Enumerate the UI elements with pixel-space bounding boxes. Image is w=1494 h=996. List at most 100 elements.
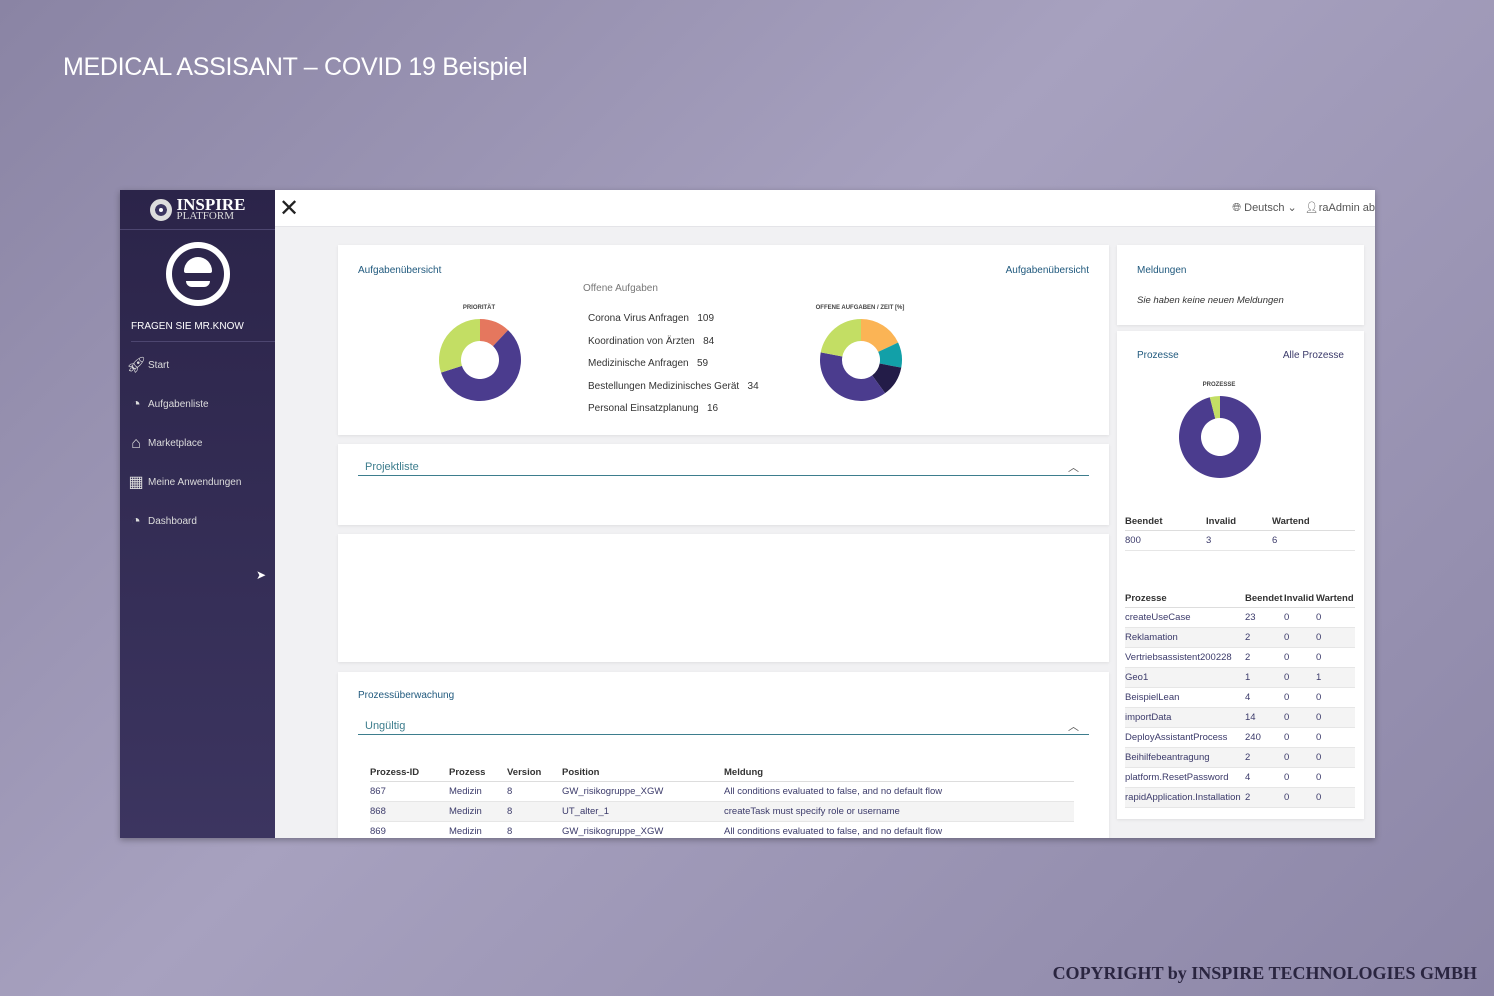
table-row[interactable]: Reklamation 2 0 0 (1125, 627, 1355, 648)
ask-mr-know[interactable]: FRAGEN SIE MR.KNOW (131, 321, 275, 342)
gauge-icon: ◔ (131, 512, 141, 530)
table-cell: Medizin (449, 821, 507, 838)
column-header[interactable]: Beendet (1125, 513, 1206, 531)
column-header[interactable]: Version (507, 764, 562, 782)
table-cell: 0 (1316, 787, 1355, 808)
empty-card (338, 534, 1109, 662)
column-header[interactable]: Wartend (1316, 590, 1355, 608)
donut-slice[interactable] (820, 319, 861, 357)
table-cell: 0 (1284, 647, 1316, 668)
messages-card: Meldungen Sie haben keine neuen Meldunge… (1117, 245, 1364, 325)
language-select[interactable]: 🌐︎ Deutsch ⌄ (1232, 201, 1297, 215)
table-cell: 0 (1284, 687, 1316, 708)
chart-title: PRIORITÄT (462, 305, 496, 311)
section-title: Projektliste (365, 461, 419, 473)
processes-card: Prozesse Alle Prozesse PROZESSE Beendet I… (1117, 331, 1364, 819)
overview-link[interactable]: Aufgabenübersicht (1006, 265, 1089, 276)
open-task-item[interactable]: Koordination von Ärzten 84 (588, 336, 759, 359)
sidebar-item-meine-anwendungen[interactable]: ▦ Meine Anwendungen (120, 463, 275, 502)
table-cell: Medizin (449, 781, 507, 802)
chevron-up-icon[interactable]: ︿ (1068, 459, 1079, 475)
sidebar-item-marketplace[interactable]: ⌂ Marketplace (120, 424, 275, 463)
column-header[interactable]: Wartend (1272, 513, 1355, 531)
logo-icon (149, 198, 172, 221)
table-cell: 0 (1284, 607, 1316, 628)
rocket-icon: 🚀︎ (126, 356, 147, 374)
column-header[interactable]: Position (562, 764, 724, 782)
column-header[interactable]: Prozesse (1125, 590, 1245, 608)
task-count: 16 (706, 403, 719, 414)
sidebar-item-label: Start (148, 360, 170, 371)
sidebar-item-label: Meine Anwendungen (148, 477, 242, 488)
close-icon[interactable]: ✕ (279, 194, 299, 223)
project-list-header[interactable]: Projektliste ︿ (358, 461, 1089, 476)
open-task-item[interactable]: Medizinische Anfragen 59 (588, 358, 759, 381)
card-title: Prozessüberwachung (358, 690, 455, 701)
open-task-item[interactable]: Corona Virus Anfragen 109 (588, 313, 759, 336)
sidebar-item-label: Dashboard (148, 516, 197, 527)
open-task-item[interactable]: Personal Einsatzplanung 16 (588, 403, 759, 426)
mr-know-avatar-icon[interactable] (165, 242, 230, 306)
table-cell: 2 (1245, 627, 1284, 648)
table-row[interactable]: DeployAssistantProcess 240 0 0 (1125, 727, 1355, 748)
donut-slice[interactable] (439, 319, 480, 373)
table-cell: 0 (1316, 627, 1355, 648)
open-task-item[interactable]: Bestellungen Medizinisches Gerät 34 (588, 381, 759, 404)
table-cell: 868 (370, 801, 449, 822)
column-header[interactable]: Meldung (724, 764, 1074, 782)
table-cell: 8 (507, 801, 562, 822)
task-name: Bestellungen Medizinisches Gerät (588, 380, 740, 392)
table-row[interactable]: importData 14 0 0 (1125, 707, 1355, 728)
table-cell: 0 (1316, 747, 1355, 768)
summary-value: 6 (1272, 530, 1355, 551)
sidebar-item-aufgabenliste[interactable]: ◔ Aufgabenliste (120, 385, 275, 424)
column-header[interactable]: Invalid (1206, 513, 1272, 531)
column-header[interactable]: Prozess (449, 764, 507, 782)
chevron-down-icon: ⌄ (1287, 202, 1297, 214)
user-menu[interactable]: 👤︎raAdmin ab (1305, 201, 1375, 215)
table-row[interactable]: Vertriebsassistent200228 2 0 0 (1125, 647, 1355, 668)
open-tasks-list: Corona Virus Anfragen 109 Koordination vo… (588, 313, 759, 426)
table-row[interactable]: BeispielLean 4 0 0 (1125, 687, 1355, 708)
summary-value: 3 (1206, 530, 1272, 551)
table-row[interactable]: 869 Medizin 8 GW_risikogruppe_XGW All condit… (370, 821, 1074, 838)
table-cell: 2 (1245, 747, 1284, 768)
task-count: 109 (697, 313, 715, 324)
sidebar-item-start[interactable]: 🚀︎ Start (120, 346, 275, 385)
task-overview-card: Aufgabenübersicht Aufgabenübersicht Offe… (338, 245, 1109, 435)
task-name: Koordination von Ärzten (588, 335, 695, 347)
column-header[interactable]: Invalid (1284, 590, 1316, 608)
table-row[interactable]: Geo1 1 0 1 (1125, 667, 1355, 688)
table-cell: 0 (1316, 647, 1355, 668)
task-name: Personal Einsatzplanung (588, 403, 699, 414)
column-header[interactable]: Prozess-ID (370, 764, 449, 782)
column-header[interactable]: Beendet (1245, 590, 1284, 608)
table-row[interactable]: Beihilfebeantragung 2 0 0 (1125, 747, 1355, 768)
table-cell: 1 (1245, 667, 1284, 688)
table-cell: Reklamation (1125, 627, 1245, 648)
table-cell: rapidApplication.Installation (1125, 787, 1245, 808)
table-cell: createTask must specify role or username (724, 801, 1074, 822)
table-row[interactable]: 867 Medizin 8 GW_risikogruppe_XGW All condit… (370, 781, 1074, 802)
messages-empty-text: Sie haben keine neuen Meldungen (1137, 295, 1284, 306)
sidebar: INSPIRE PLATFORM FRAGEN SIE MR.KNOW 🚀︎ Sta… (120, 190, 275, 838)
gauge-icon: ◔ (131, 395, 141, 413)
sidebar-item-dashboard[interactable]: ◔ Dashboard (120, 502, 275, 541)
table-row[interactable]: 868 Medizin 8 UT_alter_1 createTask must spe… (370, 801, 1074, 822)
table-row[interactable]: platform.ResetPassword 4 0 0 (1125, 767, 1355, 788)
table-cell: All conditions evaluated to false, and n… (724, 781, 1074, 802)
process-monitoring-card: Prozessüberwachung Ungültig ︿ Prozess-ID P… (338, 672, 1109, 838)
all-processes-link[interactable]: Alle Prozesse (1283, 350, 1344, 361)
table-cell: 0 (1284, 747, 1316, 768)
card-title: Prozesse (1137, 350, 1179, 361)
table-row[interactable]: rapidApplication.Installation 2 0 0 (1125, 787, 1355, 808)
table-cell: 23 (1245, 607, 1284, 628)
process-table: Prozesse Beendet Invalid Wartend createUseCa… (1125, 590, 1355, 808)
logo[interactable]: INSPIRE PLATFORM (120, 190, 275, 230)
chevron-up-icon[interactable]: ︿ (1068, 718, 1079, 734)
invalid-section-header[interactable]: Ungültig ︿ (358, 720, 1089, 735)
table-cell: 0 (1284, 667, 1316, 688)
table-row[interactable]: createUseCase 23 0 0 (1125, 607, 1355, 628)
summary-value: 800 (1125, 530, 1206, 551)
logo-text: INSPIRE (176, 194, 246, 214)
